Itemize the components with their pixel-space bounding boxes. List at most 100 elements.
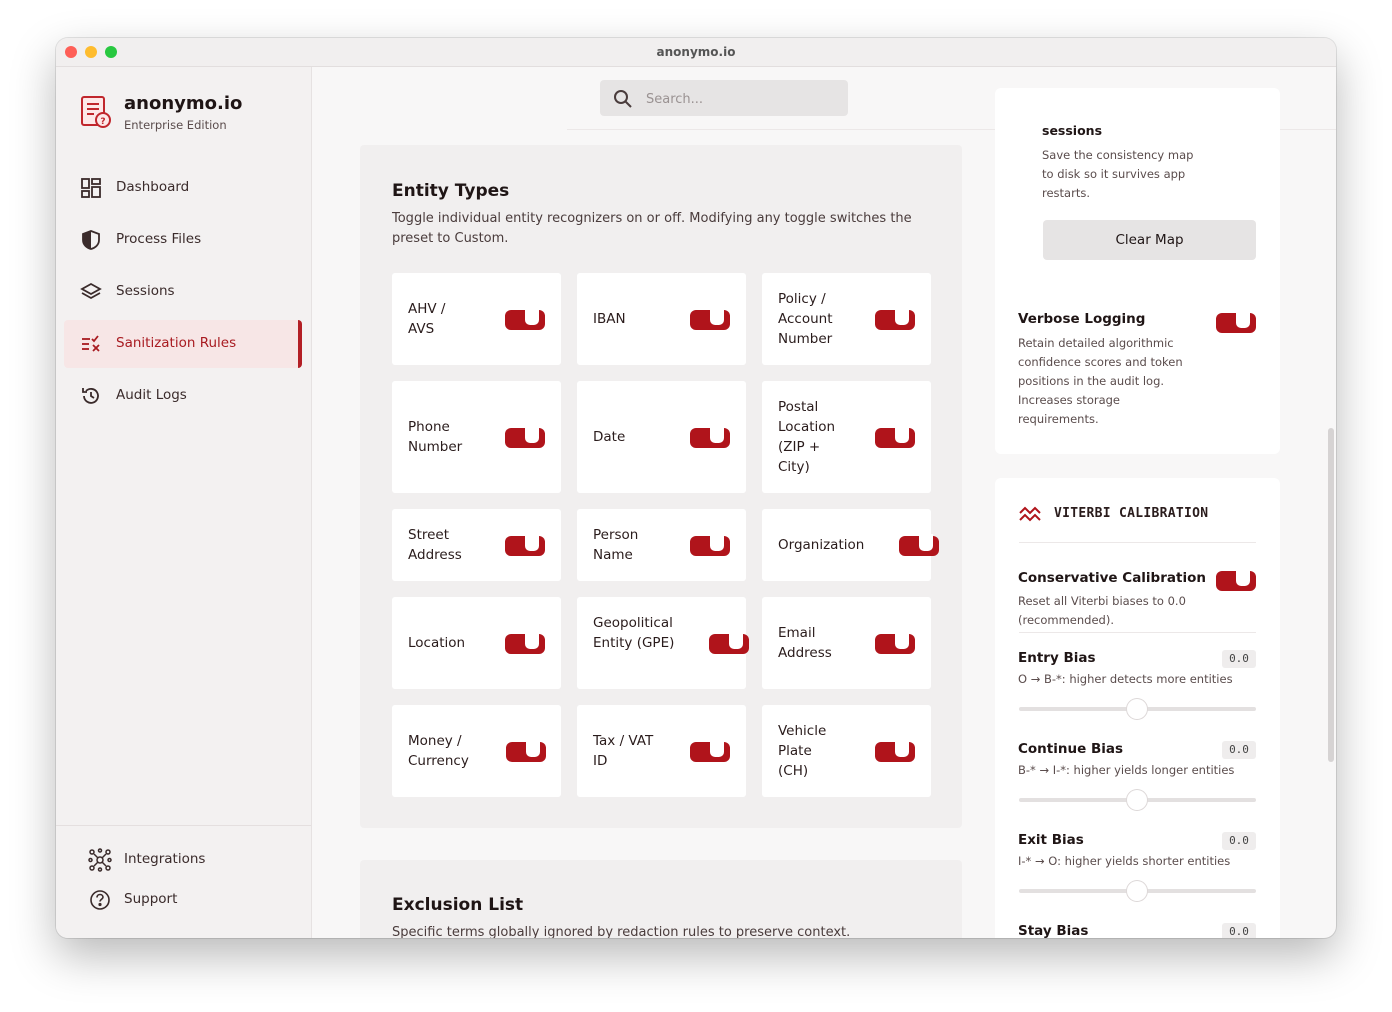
entity-card-gpe: Geopolitical Entity (GPE) [577, 597, 749, 689]
entity-label: Money / Currency [408, 733, 469, 769]
setting-description: Save the consistency map to disk so it s… [1042, 148, 1194, 200]
entity-toggle-ahv[interactable] [505, 308, 545, 330]
brand-logo-icon: ? [80, 95, 112, 133]
title-bar: anonymo.io [56, 38, 1336, 67]
sidebar-item-label: Dashboard [116, 179, 190, 195]
entity-card-organization: Organization [762, 509, 939, 581]
entity-card-money: Money / Currency [392, 705, 561, 797]
entity-toggle-date[interactable] [690, 426, 730, 448]
bias-value: 0.0 [1222, 650, 1256, 668]
history-icon [80, 385, 102, 411]
continue-bias-slider[interactable] [1019, 790, 1256, 810]
search-input[interactable] [644, 88, 838, 110]
right-column-scrollbar[interactable] [1328, 428, 1334, 762]
conservative-calibration-title: Conservative Calibration [1018, 570, 1206, 586]
sidebar: ? anonymo.io Enterprise Edition Dashboar… [56, 67, 312, 938]
entity-label: Policy / Account Number [778, 291, 833, 347]
sidebar-item-label: Sessions [116, 283, 175, 299]
search-icon [612, 88, 634, 114]
search-box[interactable] [600, 80, 848, 116]
entity-toggle-vehicle-plate[interactable] [875, 740, 915, 762]
sidebar-item-label: Integrations [124, 851, 206, 867]
sidebar-item-label: Support [124, 891, 178, 907]
entry-bias-slider[interactable] [1019, 699, 1256, 719]
entity-card-ahv: AHV / AVS [392, 273, 561, 365]
entity-card-phone: Phone Number [392, 381, 561, 493]
close-window-button[interactable] [65, 46, 77, 58]
entity-card-vehicle-plate: Vehicle Plate (CH) [762, 705, 931, 797]
entity-toggle-iban[interactable] [690, 308, 730, 330]
zoom-window-button[interactable] [105, 46, 117, 58]
shield-icon [80, 229, 102, 255]
entity-toggle-location[interactable] [505, 632, 545, 654]
sidebar-item-process-files[interactable]: Process Files [64, 216, 302, 264]
wave-icon [1019, 504, 1041, 528]
entity-card-street-address: Street Address [392, 509, 561, 581]
entity-toggle-email[interactable] [875, 632, 915, 654]
bias-value: 0.0 [1222, 923, 1256, 938]
entity-label: Date [593, 429, 626, 445]
bias-value: 0.0 [1222, 741, 1256, 759]
entity-toggle-gpe[interactable] [709, 632, 749, 654]
entity-toggle-postal-location[interactable] [875, 426, 915, 448]
window-title: anonymo.io [656, 45, 736, 59]
sidebar-item-sanitization-rules[interactable]: Sanitization Rules [64, 320, 302, 368]
slider-thumb[interactable] [1127, 790, 1147, 810]
verbose-logging-title: Verbose Logging [1018, 311, 1146, 327]
bias-name: Continue Bias [1018, 741, 1124, 757]
bias-hint: B-* → I-*: higher yields longer entities [1018, 763, 1235, 777]
entity-card-date: Date [577, 381, 746, 493]
section-description: Toggle individual entity recognizers on … [392, 211, 912, 246]
exit-bias-slider[interactable] [1019, 881, 1256, 901]
verbose-logging-description: Retain detailed algorithmic confidence s… [1018, 336, 1183, 426]
section-title: Entity Types [392, 181, 510, 201]
entity-card-iban: IBAN [577, 273, 746, 365]
minimize-window-button[interactable] [85, 46, 97, 58]
conservative-calibration-description: Reset all Viterbi biases to 0.0 (recomme… [1018, 594, 1186, 627]
entity-label: IBAN [593, 311, 626, 327]
entity-toggle-phone[interactable] [505, 426, 545, 448]
clear-map-button[interactable]: Clear Map [1043, 220, 1256, 260]
slider-thumb[interactable] [1127, 881, 1147, 901]
section-description: Specific terms globally ignored by redac… [392, 925, 851, 938]
entity-card-postal-location: Postal Location (ZIP + City) [762, 381, 931, 493]
bias-name: Exit Bias [1018, 832, 1084, 848]
entity-toggle-money[interactable] [506, 740, 546, 762]
app-window: anonymo.io ? anonymo.io Enterprise Editi… [56, 38, 1336, 938]
bias-value: 0.0 [1222, 832, 1256, 850]
entity-label: Person Name [593, 527, 639, 563]
entity-types-panel: Entity Types Toggle individual entity re… [360, 145, 962, 828]
entity-card-policy-account: Policy / Account Number [762, 273, 931, 365]
entity-label: Organization [778, 537, 865, 553]
integrations-icon [88, 848, 112, 876]
entity-toggle-street-address[interactable] [505, 534, 545, 556]
entity-label: Geopolitical Entity (GPE) [593, 615, 675, 651]
entity-label: Location [408, 635, 466, 651]
brand-edition: Enterprise Edition [124, 118, 227, 132]
sidebar-item-dashboard[interactable]: Dashboard [64, 164, 302, 212]
slider-thumb[interactable] [1127, 699, 1147, 719]
sidebar-item-label: Audit Logs [116, 387, 187, 403]
entity-label: AHV / AVS [408, 301, 446, 337]
bias-name: Entry Bias [1018, 650, 1096, 666]
rules-icon [80, 333, 102, 359]
entity-toggle-organization[interactable] [899, 534, 939, 556]
layers-icon [80, 281, 102, 307]
entity-label: Vehicle Plate (CH) [778, 723, 827, 779]
entity-label: Street Address [408, 527, 462, 563]
entity-toggle-tax-vat[interactable] [690, 740, 730, 762]
sidebar-item-sessions[interactable]: Sessions [64, 268, 302, 316]
entity-toggle-policy-account[interactable] [875, 308, 915, 330]
session-settings-card: sessions Save the consistency map to dis… [995, 88, 1280, 454]
sidebar-item-label: Process Files [116, 231, 202, 247]
sidebar-item-label: Sanitization Rules [116, 335, 237, 351]
sidebar-item-audit-logs[interactable]: Audit Logs [64, 372, 302, 420]
entity-card-tax-vat: Tax / VAT ID [577, 705, 746, 797]
entity-toggle-person-name[interactable] [690, 534, 730, 556]
conservative-calibration-toggle[interactable] [1216, 569, 1256, 591]
entity-card-location: Location [392, 597, 561, 689]
entity-label: Email Address [778, 625, 832, 661]
help-icon [89, 889, 111, 915]
bias-hint: I-* → O: higher yields shorter entities [1018, 854, 1231, 868]
verbose-logging-toggle[interactable] [1216, 311, 1256, 333]
